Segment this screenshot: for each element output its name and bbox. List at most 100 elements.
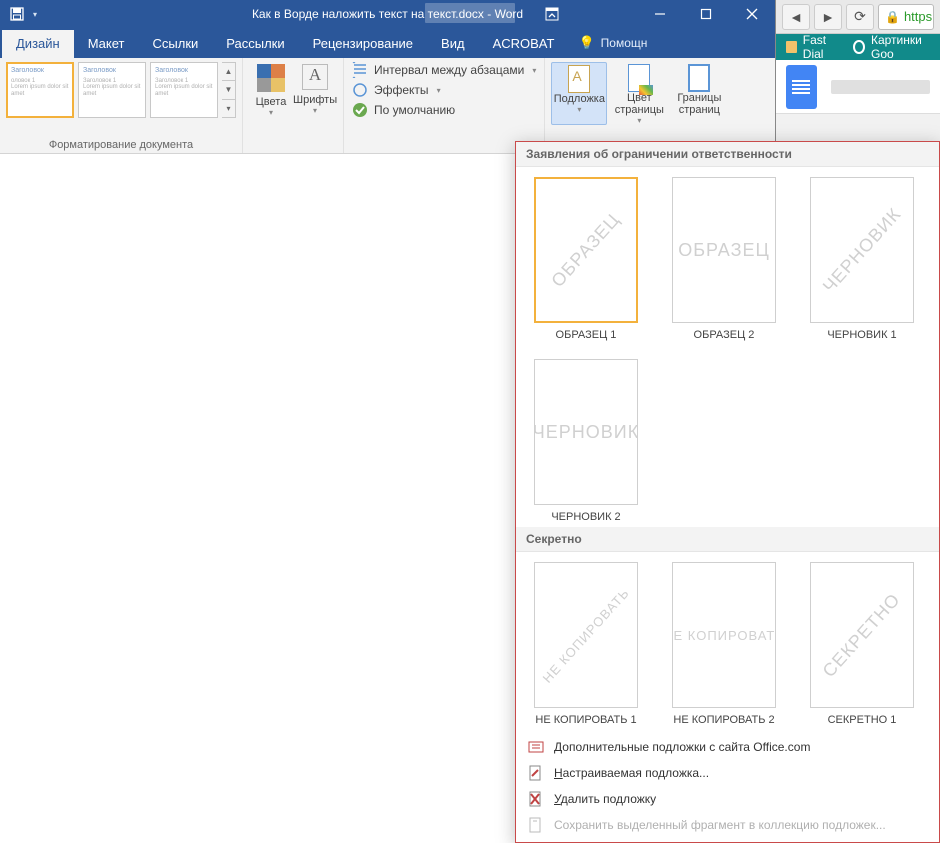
tab-layout[interactable]: Макет	[74, 30, 139, 58]
watermark-label: НЕ КОПИРОВАТЬ 2	[673, 714, 774, 726]
paragraph-spacing-label: Интервал между абзацами	[374, 63, 524, 77]
bookmark-fast-dial[interactable]: Fast Dial	[786, 33, 839, 61]
save-icon	[528, 817, 544, 833]
effects-button[interactable]: Эффекты▾	[352, 82, 536, 98]
fonts-button[interactable]: A Шрифты▾	[293, 62, 337, 115]
minimize-button[interactable]	[637, 0, 683, 28]
back-button[interactable]: ◄	[782, 4, 810, 30]
gallery-up-icon[interactable]: ▲	[222, 63, 235, 81]
watermark-label: Подложка	[554, 93, 605, 105]
watermark-label: НЕ КОПИРОВАТЬ 1	[535, 714, 636, 726]
effects-label: Эффекты	[374, 83, 429, 97]
tab-view[interactable]: Вид	[427, 30, 479, 58]
menu-item-label: Удалить подложку	[554, 792, 656, 806]
chevron-down-icon: ▾	[293, 106, 337, 115]
address-bar[interactable]: 🔒 https://d	[878, 4, 934, 30]
watermark-option[interactable]: СЕКРЕТНО СЕКРЕТНО 1	[802, 562, 922, 726]
tab-references[interactable]: Ссылки	[139, 30, 213, 58]
theme-thumb[interactable]: Заголовок Заголовок 1 Lorem ipsum dolor …	[78, 62, 146, 118]
paragraph-spacing-button[interactable]: Интервал между абзацами▾	[352, 62, 536, 78]
page-color-button[interactable]: Цвет страницы▾	[611, 62, 667, 125]
watermark-option[interactable]: НЕ КОПИРОВАТЬ НЕ КОПИРОВАТЬ 1	[526, 562, 646, 726]
set-default-button[interactable]: По умолчанию	[352, 102, 536, 118]
forward-button[interactable]: ►	[814, 4, 842, 30]
section-disclaimers: Заявления об ограничении ответственности	[516, 142, 939, 167]
quick-access-dropdown-icon[interactable]: ▾	[30, 3, 40, 25]
office-icon	[528, 739, 544, 755]
watermark-label: ЧЕРНОВИК 2	[551, 511, 620, 523]
watermark-thumb: ЧЕРНОВИК	[534, 359, 638, 505]
colors-label: Цвета	[256, 96, 287, 108]
watermark-thumb: ОБРАЗЕЦ	[534, 177, 638, 323]
menu-item-label: Дополнительные подложки с сайта Office.c…	[554, 740, 810, 754]
tab-mailings[interactable]: Рассылки	[212, 30, 298, 58]
gallery-down-icon[interactable]: ▼	[222, 81, 235, 99]
bookmark-google-images[interactable]: Картинки Goo	[853, 33, 930, 61]
docs-title-placeholder	[831, 80, 930, 94]
watermark-popup-menu: Дополнительные подложки с сайта Office.c…	[516, 730, 939, 842]
watermark-thumb: НЕ КОПИРОВАТЬ	[672, 562, 776, 708]
set-default-label: По умолчанию	[374, 103, 455, 117]
google-icon	[853, 40, 865, 54]
bookmarks-bar: Fast Dial Картинки Goo	[776, 34, 940, 60]
fonts-label: Шрифты	[293, 94, 337, 106]
menu-item[interactable]: Настраиваемая подложка...	[516, 760, 939, 786]
tell-me-label: Помощн	[601, 36, 648, 50]
watermark-text: ОБРАЗЕЦ	[678, 240, 770, 261]
theme-thumb-title: Заголовок	[11, 67, 69, 75]
menu-item-label: Сохранить выделенный фрагмент в коллекци…	[554, 818, 886, 832]
watermark-thumb: НЕ КОПИРОВАТЬ	[534, 562, 638, 708]
watermark-option[interactable]: ЧЕРНОВИКЧЕРНОВИК 1	[802, 177, 922, 341]
theme-thumb[interactable]: Заголовок Заголовок 1 Lorem ipsum dolor …	[150, 62, 218, 118]
menu-item-label: Настраиваемая подложка...	[554, 766, 709, 780]
watermark-option[interactable]: ОБРАЗЕЦ ОБРАЗЕЦ 1	[526, 177, 646, 341]
page-color-icon	[628, 64, 650, 92]
browser-toolbar: ◄ ► ⟳ 🔒 https://d	[776, 0, 940, 34]
watermark-option[interactable]: ЧЕРНОВИК ЧЕРНОВИК 2	[526, 359, 646, 523]
fonts-icon: A	[302, 64, 328, 90]
watermark-label: ОБРАЗЕЦ 2	[694, 329, 755, 341]
reload-button[interactable]: ⟳	[846, 4, 874, 30]
page-borders-label: Границы страниц	[677, 92, 721, 116]
tab-review[interactable]: Рецензирование	[299, 30, 427, 58]
tell-me-help[interactable]: 💡 Помощн	[578, 35, 647, 58]
google-docs-icon[interactable]	[786, 65, 817, 109]
bookmark-label: Fast Dial	[803, 33, 840, 61]
watermark-label: СЕКРЕТНО 1	[828, 714, 897, 726]
theme-thumb-line: Заголовок 1	[155, 78, 213, 85]
group-label-document-formatting: Форматирование документа	[0, 139, 242, 153]
watermark-text: НЕ КОПИРОВАТЬ	[540, 585, 633, 686]
watermark-label: ОБРАЗЕЦ 1	[556, 329, 617, 341]
watermark-text: НЕ КОПИРОВАТЬ	[672, 628, 776, 643]
menu-item[interactable]: Удалить подложку	[516, 786, 939, 812]
watermark-text: СЕКРЕТНО	[819, 589, 905, 681]
effects-icon	[352, 82, 368, 98]
account-name-chip[interactable]	[425, 3, 515, 23]
watermark-button[interactable]: Подложка▾	[551, 62, 607, 125]
page-borders-button[interactable]: Границы страниц	[671, 62, 727, 125]
colors-button[interactable]: Цвета▾	[249, 62, 293, 117]
gallery-more-icon[interactable]: ▾	[222, 100, 235, 117]
theme-thumb-line: Заголовок 1	[83, 78, 141, 85]
bulb-icon: 💡	[578, 35, 594, 51]
lock-icon: 🔒	[885, 10, 900, 24]
tab-design[interactable]: Дизайн	[2, 30, 74, 58]
theme-thumb[interactable]: Заголовок оловок 1 Lorem ipsum dolor sit…	[6, 62, 74, 118]
watermark-option[interactable]: ОБРАЗЕЦ ОБРАЗЕЦ 2	[664, 177, 784, 341]
menu-item[interactable]: Дополнительные подложки с сайта Office.c…	[516, 734, 939, 760]
watermark-option[interactable]: НЕ КОПИРОВАТЬ НЕ КОПИРОВАТЬ 2	[664, 562, 784, 726]
save-icon[interactable]	[6, 3, 28, 25]
chevron-down-icon: ▾	[611, 116, 667, 125]
custom-icon	[528, 765, 544, 781]
close-button[interactable]	[729, 0, 775, 28]
ribbon-display-options-icon[interactable]	[529, 3, 575, 25]
maximize-button[interactable]	[683, 0, 729, 28]
google-docs-header	[776, 60, 940, 114]
url-text: https://d	[904, 9, 934, 24]
theme-thumb-title: Заголовок	[155, 67, 213, 75]
watermark-text: ЧЕРНОВИК	[819, 203, 906, 296]
folder-icon	[786, 41, 797, 53]
theme-thumb-title: Заголовок	[83, 67, 141, 75]
tab-acrobat[interactable]: ACROBAT	[479, 30, 569, 58]
watermark-thumb: ОБРАЗЕЦ	[672, 177, 776, 323]
